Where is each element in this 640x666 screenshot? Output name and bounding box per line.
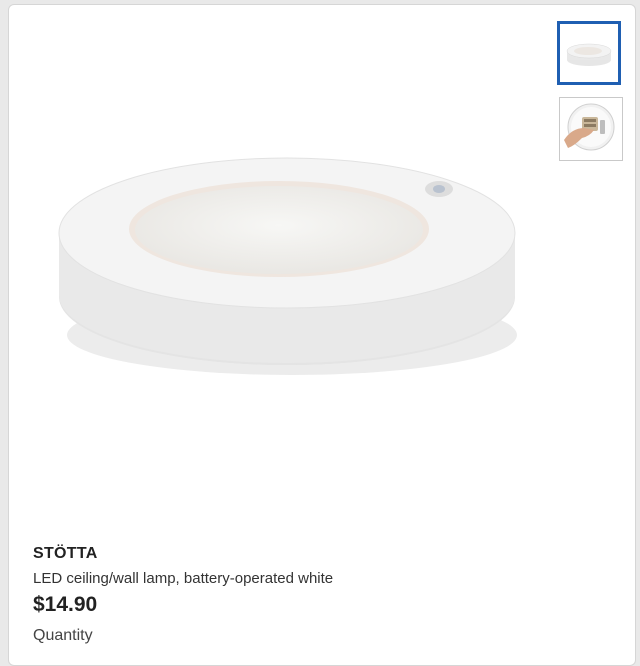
lamp-in-hand-thumbnail-icon: [564, 103, 615, 151]
product-price: $14.90: [33, 593, 98, 616]
product-image: [49, 135, 539, 395]
product-info: STÖTTA LED ceiling/wall lamp, battery-op…: [33, 545, 333, 645]
quantity-label: Quantity: [33, 627, 93, 644]
product-description: LED ceiling/wall lamp, battery-operated …: [33, 570, 334, 587]
product-card: STÖTTA LED ceiling/wall lamp, battery-op…: [8, 4, 636, 666]
lamp-thumbnail-icon: [566, 43, 612, 66]
thumbnail-lamp-in-hand[interactable]: [559, 97, 623, 161]
thumbnail-lamp[interactable]: [557, 21, 621, 85]
product-name: STÖTTA: [33, 545, 98, 562]
